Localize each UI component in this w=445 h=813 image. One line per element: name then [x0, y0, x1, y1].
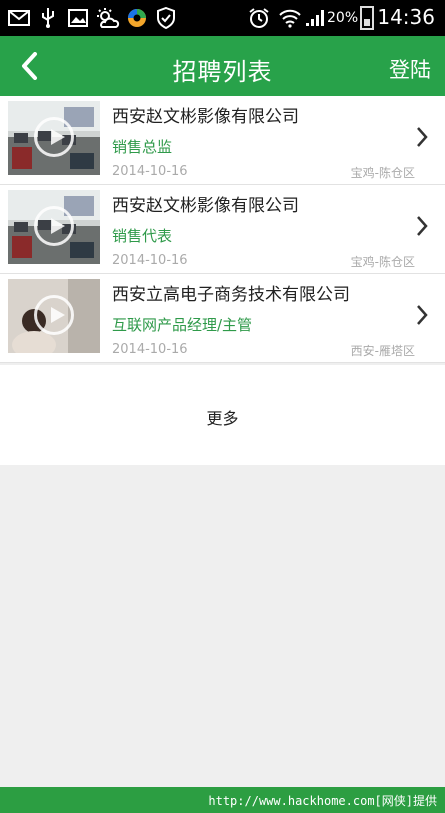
post-date: 2014-10-16	[112, 164, 188, 179]
shield-icon	[156, 6, 176, 30]
chevron-right-icon	[417, 127, 428, 147]
clock: 14:36	[377, 5, 435, 29]
image-icon	[68, 6, 88, 30]
chevron-right-icon	[417, 216, 428, 236]
job-title: 销售代表	[112, 227, 173, 245]
battery-icon	[360, 6, 374, 30]
page-title: 招聘列表	[172, 58, 273, 86]
app-bar: 招聘列表 登陆	[0, 36, 445, 96]
video-thumbnail[interactable]	[8, 101, 100, 175]
company-name: 西安立高电子商务技术有限公司	[112, 285, 350, 305]
job-list-item[interactable]: 西安赵文彬影像有限公司 销售代表 2014-10-16 宝鸡-陈仓区	[0, 185, 445, 274]
weather-icon	[96, 6, 120, 30]
post-date: 2014-10-16	[112, 253, 188, 268]
company-name: 西安赵文彬影像有限公司	[112, 196, 299, 216]
video-thumbnail[interactable]	[8, 279, 100, 353]
company-name: 西安赵文彬影像有限公司	[112, 107, 299, 127]
signal-icon	[304, 6, 326, 30]
login-button[interactable]: 登陆	[389, 54, 431, 84]
video-thumbnail[interactable]	[8, 190, 100, 264]
post-date: 2014-10-16	[112, 342, 188, 357]
footer-bar: http://www.hackhome.com[网侠]提供	[0, 787, 445, 813]
chevron-right-icon	[417, 305, 428, 325]
mail-icon	[8, 6, 30, 30]
play-icon	[34, 117, 74, 157]
more-button[interactable]: 更多	[0, 405, 445, 429]
job-location: 西安-雁塔区	[350, 344, 415, 358]
job-title: 销售总监	[112, 138, 173, 156]
job-list-item[interactable]: 西安立高电子商务技术有限公司 互联网产品经理/主管 2014-10-16 西安-…	[0, 274, 445, 363]
alarm-icon	[248, 6, 270, 30]
job-location: 宝鸡-陈仓区	[350, 255, 415, 269]
battery-percent: 20%	[327, 10, 359, 26]
app-logo-icon	[126, 6, 148, 30]
play-icon	[34, 206, 74, 246]
footer-watermark: http://www.hackhome.com[网侠]提供	[208, 794, 437, 808]
wifi-icon	[278, 6, 302, 30]
job-list: 西安赵文彬影像有限公司 销售总监 2014-10-16 宝鸡-陈仓区 西安赵文彬…	[0, 96, 445, 363]
job-list-item[interactable]: 西安赵文彬影像有限公司 销售总监 2014-10-16 宝鸡-陈仓区	[0, 96, 445, 185]
job-location: 宝鸡-陈仓区	[350, 166, 415, 180]
status-bar: 20% 14:36	[0, 0, 445, 36]
usb-icon	[40, 6, 56, 30]
job-title: 互联网产品经理/主管	[112, 316, 253, 334]
more-section: 更多	[0, 365, 445, 465]
play-icon	[34, 295, 74, 335]
